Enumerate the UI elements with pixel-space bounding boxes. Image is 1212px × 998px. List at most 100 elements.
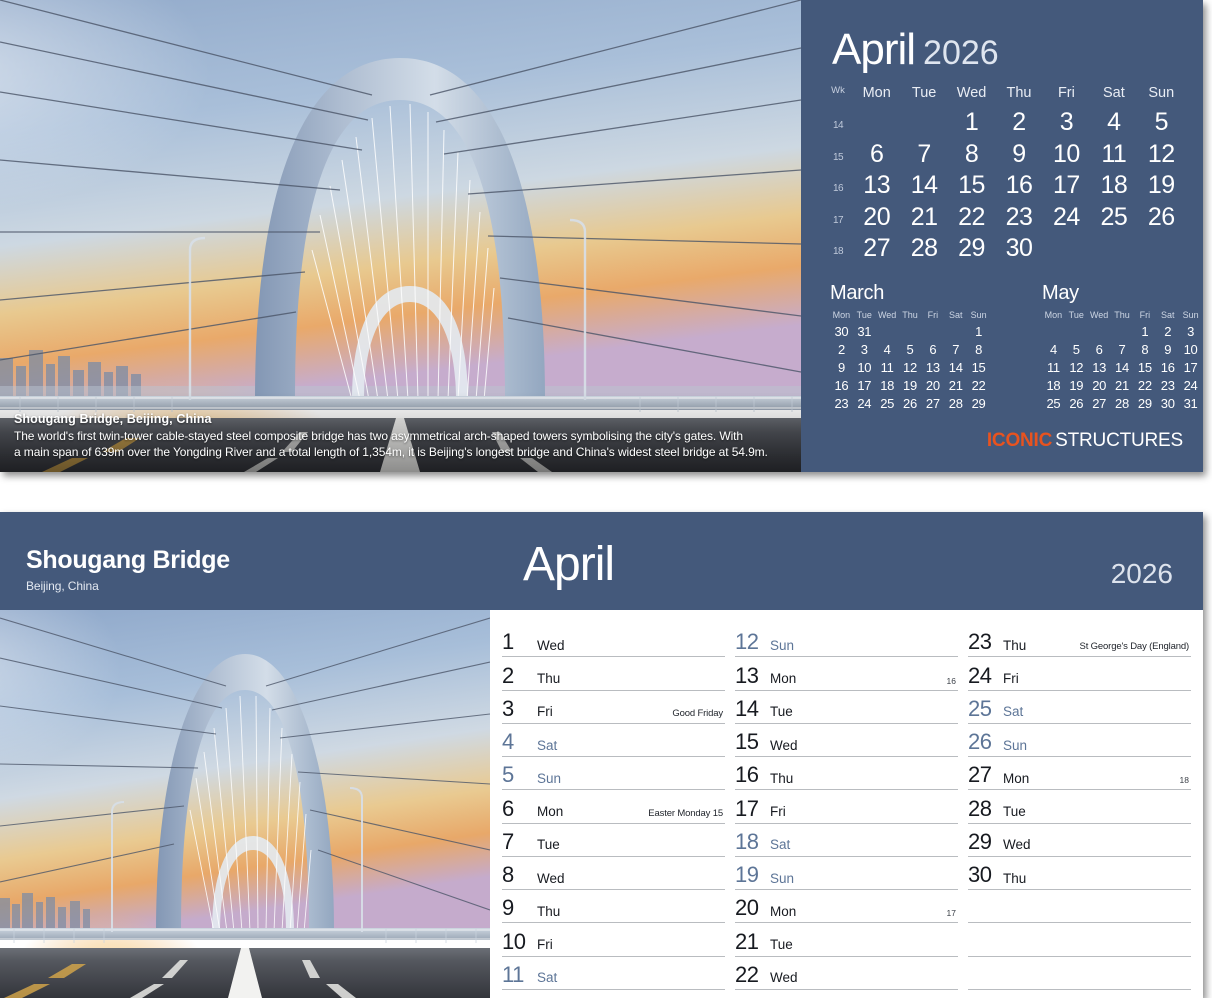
mini-day[interactable]: 19 (1065, 377, 1088, 395)
mini-day[interactable]: 2 (1156, 323, 1179, 341)
mini-day[interactable]: 7 (1111, 341, 1134, 359)
mini-day[interactable]: 13 (921, 359, 944, 377)
mini-day[interactable]: 18 (1042, 377, 1065, 395)
day-row[interactable]: 9 Thu (502, 890, 725, 924)
day-row[interactable]: 12 Sun (735, 624, 958, 658)
day-row[interactable]: 3 Fri Good Friday (502, 691, 725, 724)
day-row[interactable]: 28 Tue (968, 790, 1191, 824)
mini-day[interactable]: 12 (899, 359, 922, 377)
day-row[interactable]: 14 Tue (735, 691, 958, 724)
mini-day[interactable]: 24 (853, 395, 876, 413)
month-grid-day[interactable]: 5 (1138, 107, 1185, 139)
mini-day[interactable]: 3 (1179, 323, 1202, 341)
mini-day[interactable]: 18 (876, 377, 899, 395)
mini-day[interactable]: 21 (944, 377, 967, 395)
day-row[interactable]: 11 Sat (502, 957, 725, 990)
month-grid-day[interactable]: 16 (995, 170, 1042, 202)
mini-day[interactable]: 12 (1065, 359, 1088, 377)
month-grid-day[interactable]: 22 (948, 202, 995, 234)
month-grid-day[interactable]: 3 (1043, 107, 1090, 139)
month-grid-day[interactable]: 28 (900, 233, 947, 265)
mini-day[interactable]: 23 (830, 395, 853, 413)
month-grid-day[interactable]: 26 (1138, 202, 1185, 234)
mini-day[interactable]: 31 (1179, 395, 1202, 413)
day-row[interactable]: 26 Sun (968, 724, 1191, 758)
day-row[interactable]: 10 Fri (502, 923, 725, 957)
mini-day[interactable]: 6 (1088, 341, 1111, 359)
month-grid-day[interactable]: 11 (1090, 139, 1137, 171)
mini-day[interactable]: 27 (1088, 395, 1111, 413)
day-row[interactable]: 4 Sat (502, 724, 725, 758)
mini-day[interactable]: 17 (853, 377, 876, 395)
mini-day[interactable]: 27 (921, 395, 944, 413)
mini-day[interactable]: 30 (1156, 395, 1179, 413)
day-row[interactable]: 24 Fri (968, 657, 1191, 691)
mini-day[interactable]: 20 (921, 377, 944, 395)
mini-day[interactable]: 25 (876, 395, 899, 413)
mini-day[interactable]: 2 (830, 341, 853, 359)
mini-day[interactable]: 26 (1065, 395, 1088, 413)
mini-day[interactable]: 22 (967, 377, 990, 395)
mini-day[interactable]: 14 (944, 359, 967, 377)
month-grid-day[interactable]: 1 (948, 107, 995, 139)
mini-day[interactable]: 1 (1133, 323, 1156, 341)
month-grid-day[interactable]: 30 (995, 233, 1042, 265)
mini-day[interactable]: 4 (876, 341, 899, 359)
day-row[interactable]: 20 Mon 17 (735, 890, 958, 924)
mini-day[interactable]: 28 (1111, 395, 1134, 413)
mini-day[interactable]: 23 (1156, 377, 1179, 395)
month-grid-day[interactable]: 27 (853, 233, 900, 265)
mini-day[interactable]: 16 (1156, 359, 1179, 377)
month-grid-day[interactable]: 21 (900, 202, 947, 234)
day-row[interactable]: 29 Wed (968, 824, 1191, 857)
month-grid-day[interactable]: 20 (853, 202, 900, 234)
day-row[interactable]: 2 Thu (502, 657, 725, 691)
mini-day[interactable]: 26 (899, 395, 922, 413)
mini-day[interactable]: 17 (1179, 359, 1202, 377)
day-row[interactable]: 27 Mon 18 (968, 757, 1191, 791)
month-grid-day[interactable]: 25 (1090, 202, 1137, 234)
month-grid-day[interactable]: 10 (1043, 139, 1090, 171)
mini-day[interactable]: 24 (1179, 377, 1202, 395)
day-row[interactable]: 19 Sun (735, 857, 958, 891)
month-grid-day[interactable]: 9 (995, 139, 1042, 171)
mini-day[interactable]: 7 (944, 341, 967, 359)
mini-day[interactable]: 15 (967, 359, 990, 377)
mini-day[interactable]: 11 (1042, 359, 1065, 377)
month-grid-day[interactable]: 6 (853, 139, 900, 171)
mini-day[interactable]: 5 (1065, 341, 1088, 359)
day-row[interactable]: 17 Fri (735, 790, 958, 824)
mini-day[interactable]: 6 (921, 341, 944, 359)
month-grid-day[interactable]: 7 (900, 139, 947, 171)
mini-day[interactable]: 4 (1042, 341, 1065, 359)
day-row[interactable]: 13 Mon 16 (735, 657, 958, 691)
month-grid-day[interactable]: 23 (995, 202, 1042, 234)
month-grid-day[interactable]: 18 (1090, 170, 1137, 202)
mini-day[interactable]: 15 (1133, 359, 1156, 377)
mini-day[interactable]: 22 (1133, 377, 1156, 395)
day-row[interactable]: 5 Sun (502, 757, 725, 791)
day-row[interactable]: 23 Thu St George's Day (England) (968, 624, 1191, 658)
mini-day[interactable]: 9 (1156, 341, 1179, 359)
mini-day[interactable]: 9 (830, 359, 853, 377)
month-grid-day[interactable]: 8 (948, 139, 995, 171)
mini-day[interactable]: 30 (830, 323, 853, 341)
day-row[interactable]: 30 Thu (968, 857, 1191, 891)
month-grid-day[interactable]: 19 (1138, 170, 1185, 202)
day-row[interactable]: 21 Tue (735, 923, 958, 957)
day-row[interactable]: 25 Sat (968, 691, 1191, 724)
month-grid-day[interactable]: 24 (1043, 202, 1090, 234)
day-row[interactable]: 1 Wed (502, 624, 725, 658)
month-grid-day[interactable]: 15 (948, 170, 995, 202)
day-row[interactable]: 22 Wed (735, 957, 958, 990)
mini-day[interactable]: 3 (853, 341, 876, 359)
mini-day[interactable]: 16 (830, 377, 853, 395)
month-grid-day[interactable]: 29 (948, 233, 995, 265)
mini-day[interactable]: 10 (1179, 341, 1202, 359)
mini-day[interactable]: 13 (1088, 359, 1111, 377)
mini-day[interactable]: 8 (967, 341, 990, 359)
month-grid-day[interactable]: 4 (1090, 107, 1137, 139)
month-grid-day[interactable]: 14 (900, 170, 947, 202)
mini-day[interactable]: 1 (967, 323, 990, 341)
day-row[interactable]: 16 Thu (735, 757, 958, 791)
